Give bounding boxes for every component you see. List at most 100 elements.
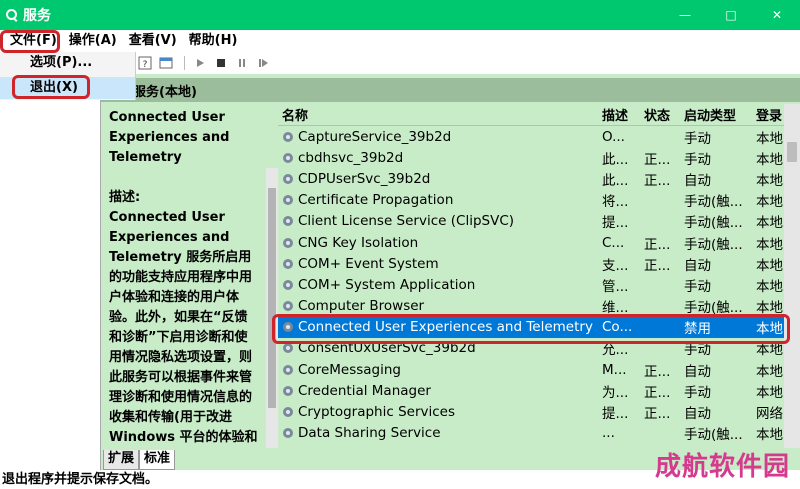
service-description: 提... [602,215,629,232]
menu-action[interactable]: 操作(A) [63,30,123,52]
service-name: Client License Service (ClipSVC) [278,213,602,229]
service-startup-type: 手动 [684,278,711,295]
service-status: 正... [644,236,671,253]
services-app-icon [5,8,19,22]
column-header-description[interactable]: 描述 [602,105,644,124]
service-gear-icon [282,194,294,206]
column-header-name[interactable]: 名称 [278,105,602,124]
service-startup-type: 手动 [684,130,711,147]
service-name-text: Cryptographic Services [298,404,455,421]
service-name-text: COM+ System Application [298,276,476,293]
scrollbar-thumb[interactable] [787,142,797,162]
service-gear-icon [282,427,294,439]
menu-view[interactable]: 查看(V) [123,30,183,52]
service-startup-type: 自动 [684,363,711,380]
close-button[interactable]: ✕ [754,0,800,30]
service-row[interactable]: Cryptographic Services 提... 正... 自动 网络... [278,401,800,422]
service-status: 正... [644,257,671,274]
view-tabs: 扩展 标准 [103,450,176,470]
console-icon[interactable] [157,55,175,71]
help-icon[interactable]: ? [136,55,154,71]
service-description: M... [602,361,627,378]
service-gear-icon [282,237,294,249]
service-row[interactable]: CDPUserSvc_39b2d 此... 正... 自动 本地... [278,168,800,189]
menu-help[interactable]: 帮助(H) [183,30,244,52]
service-row[interactable]: CoreMessaging M... 正... 自动 本地... [278,359,800,380]
service-row[interactable]: CNG Key Isolation C... 正... 手动(触... 本地... [278,232,800,253]
service-description: ... [602,425,615,442]
description-panel: Connected User Experiences and Telemetry… [103,104,266,448]
tab-standard[interactable]: 标准 [139,450,176,470]
service-row[interactable]: Credential Manager 为... 正... 手动 本地... [278,380,800,401]
service-row[interactable]: CaptureService_39b2d O... 手动 本地... [278,126,800,147]
service-row[interactable]: COM+ Event System 支... 正... 自动 本地... [278,253,800,274]
service-name: Cryptographic Services [278,404,602,420]
minimize-button[interactable]: — [662,0,708,30]
service-name-text: Computer Browser [298,298,425,315]
service-description: 此... [602,172,629,189]
svg-text:?: ? [143,60,148,70]
list-scrollbar[interactable] [784,104,800,448]
restart-icon[interactable] [254,55,272,71]
service-name: CoreMessaging [278,362,602,378]
service-startup-type: 手动(触... [684,427,743,444]
description-scrollbar[interactable] [266,168,278,448]
scrollbar-thumb[interactable] [268,188,276,408]
column-header-startup-type[interactable]: 启动类型 [684,105,756,124]
window-title: 服务 [23,8,51,24]
pause-icon[interactable] [233,55,251,71]
window-controls: — □ ✕ [662,0,800,30]
service-gear-icon [282,364,294,376]
service-gear-icon [282,215,294,227]
service-gear-icon [282,385,294,397]
service-gear-icon [282,279,294,291]
service-name-text: Client License Service (ClipSVC) [298,213,515,230]
service-name-text: CaptureService_39b2d [298,128,452,145]
service-description: C... [602,234,625,251]
description-service-title: Connected User Experiences and Telemetry [109,110,230,165]
tab-extended[interactable]: 扩展 [103,450,140,470]
service-status: 正... [644,363,671,380]
service-startup-type: 自动 [684,257,711,274]
play-icon[interactable] [191,55,209,71]
console-tree-panel[interactable] [0,100,101,470]
services-header: 服务(本地) [101,78,800,102]
service-name-text: cbdhsvc_39b2d [298,149,404,166]
service-description: 将... [602,194,629,211]
service-gear-icon [282,152,294,164]
service-startup-type: 自动 [684,406,711,423]
service-row[interactable]: COM+ System Application 管... 手动 本地... [278,274,800,295]
maximize-button[interactable]: □ [708,0,754,30]
service-name: Data Sharing Service [278,425,602,441]
service-name: CaptureService_39b2d [278,129,602,145]
service-name: Computer Browser [278,298,602,314]
service-description: 支... [602,257,629,274]
menu-bar: 文件(F) 操作(A) 查看(V) 帮助(H) [0,30,800,52]
stop-icon[interactable] [212,55,230,71]
service-name: CDPUserSvc_39b2d [278,171,602,187]
service-status: 正... [644,151,671,168]
service-name: COM+ System Application [278,277,602,293]
service-name: Certificate Propagation [278,192,602,208]
column-header-status[interactable]: 状态 [644,105,684,124]
service-startup-type: 手动(触... [684,236,743,253]
service-description: O... [602,128,625,145]
service-name: Credential Manager [278,383,602,399]
service-description: 此... [602,151,629,168]
service-row[interactable]: Certificate Propagation 将... 手动(触... 本地... [278,190,800,211]
service-name: COM+ Event System [278,256,602,272]
highlight-selected-service [272,314,790,344]
service-startup-type: 手动(触... [684,194,743,211]
menu-item-options[interactable]: 选项(P)... [0,52,135,74]
highlight-exit-item [12,75,90,99]
services-list[interactable]: 名称 描述 状态 启动类型 登录 CaptureService_39b2d O..… [278,104,800,448]
service-description: 提... [602,406,629,423]
service-row[interactable]: Client License Service (ClipSVC) 提... 手动(触… [278,211,800,232]
service-row[interactable]: Data Sharing Service... 手动(触... 本地... [278,423,800,444]
service-row[interactable]: cbdhsvc_39b2d 此... 正... 手动 本地... [278,147,800,168]
service-startup-type: 自动 [684,172,711,189]
service-startup-type: 手动(触... [684,215,743,232]
service-description: 管... [602,278,629,295]
service-name: CNG Key Isolation [278,235,602,251]
highlight-file-menu [0,30,60,53]
